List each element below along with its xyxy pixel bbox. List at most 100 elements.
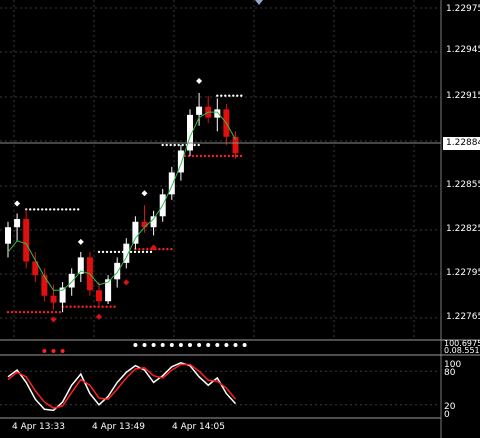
level-dot — [145, 250, 149, 254]
level-dot — [166, 247, 169, 251]
level-dot — [215, 154, 219, 158]
level-dot — [141, 250, 145, 254]
level-dot — [211, 154, 215, 158]
level-dot — [73, 208, 76, 211]
time-label: 4 Apr 14:05 — [172, 422, 225, 432]
level-dot — [73, 305, 76, 308]
level-dot — [105, 250, 109, 254]
indicator-dots-row — [42, 343, 247, 353]
level-dot — [133, 250, 137, 254]
level-dot — [170, 247, 173, 251]
level-dot — [69, 208, 72, 211]
level-dot — [45, 208, 48, 211]
level-dot — [29, 208, 32, 211]
level-dot — [49, 208, 52, 211]
subpanel-value-label-2: 0.08.5519 — [444, 346, 480, 355]
level-dot — [236, 94, 239, 97]
subpanel-dot — [151, 343, 156, 347]
subpanel-dot — [60, 349, 65, 353]
signal-diamond — [196, 77, 203, 84]
level-dot — [232, 94, 235, 97]
signal-diamond — [141, 190, 148, 197]
level-dot — [113, 250, 117, 254]
level-dot — [149, 250, 153, 254]
level-dot — [101, 250, 105, 254]
candles — [5, 92, 239, 313]
candle-body — [96, 290, 102, 302]
level-dot — [193, 143, 196, 147]
level-dot — [34, 310, 38, 314]
level-dot — [137, 250, 141, 254]
price-label: 1.22825 — [446, 224, 480, 234]
level-dot — [199, 154, 203, 158]
trading-chart[interactable] — [0, 0, 480, 438]
candle-body — [132, 221, 139, 244]
candle-body — [141, 221, 148, 228]
signal-diamond — [77, 238, 84, 245]
level-dot — [85, 305, 88, 308]
subpanel-dot — [42, 349, 47, 353]
subpanel-dot — [224, 343, 229, 347]
level-dot — [109, 305, 112, 308]
level-dot — [65, 208, 68, 211]
level-dot — [195, 154, 199, 158]
subpanel-dot — [169, 343, 174, 347]
level-dot — [105, 305, 108, 308]
level-dot — [6, 310, 10, 314]
level-dot — [129, 250, 133, 254]
level-dot — [10, 310, 14, 314]
chart-shift-icon[interactable] — [255, 0, 263, 5]
level-dot — [77, 208, 80, 211]
level-dot — [228, 94, 231, 97]
level-dot — [37, 208, 40, 211]
level-dot — [50, 310, 54, 314]
level-dot — [158, 247, 161, 251]
subpanel-dot — [160, 343, 165, 347]
level-dot — [203, 154, 207, 158]
price-label: 1.22945 — [446, 45, 480, 55]
time-label: 4 Apr 13:49 — [92, 422, 145, 432]
level-dot — [65, 305, 68, 308]
price-label: 1.22975 — [446, 4, 480, 14]
subpanel-dot — [178, 343, 183, 347]
level-dot — [219, 154, 223, 158]
oscillator-main-line — [7, 362, 237, 412]
level-dot — [162, 247, 165, 251]
level-dot — [220, 94, 223, 97]
osc-level-0: 0 — [444, 410, 450, 420]
level-dot — [216, 94, 219, 97]
level-dot — [177, 143, 180, 147]
level-dot — [173, 143, 176, 147]
level-dot — [197, 143, 200, 147]
candle-body — [50, 295, 57, 303]
level-dot — [58, 310, 62, 314]
level-dot — [53, 208, 56, 211]
level-dot — [81, 305, 84, 308]
current-price-badge: 1.22884 — [443, 137, 480, 150]
candle-body — [196, 106, 203, 115]
level-dot — [26, 310, 30, 314]
subpanel-dot — [133, 343, 138, 347]
signal-diamond — [14, 200, 21, 207]
level-dot — [165, 143, 168, 147]
price-label: 1.22855 — [446, 180, 480, 190]
level-dot — [77, 305, 80, 308]
level-dot — [30, 310, 34, 314]
candle-body — [114, 262, 121, 280]
signal-diamond — [123, 279, 130, 286]
chart-grid — [0, 0, 441, 340]
candle-body — [68, 273, 75, 288]
level-dot — [227, 154, 231, 158]
level-dot — [41, 208, 44, 211]
subpanel-dot — [142, 343, 147, 347]
level-dot — [207, 154, 211, 158]
candle-body — [214, 109, 221, 118]
level-dot — [223, 154, 227, 158]
candle-body — [23, 219, 30, 262]
level-dot — [57, 208, 60, 211]
level-dot — [54, 310, 58, 314]
level-dot — [22, 310, 26, 314]
price-label: 1.22915 — [446, 91, 480, 101]
subpanel-dot — [233, 343, 238, 347]
subpanel-dot — [215, 343, 220, 347]
